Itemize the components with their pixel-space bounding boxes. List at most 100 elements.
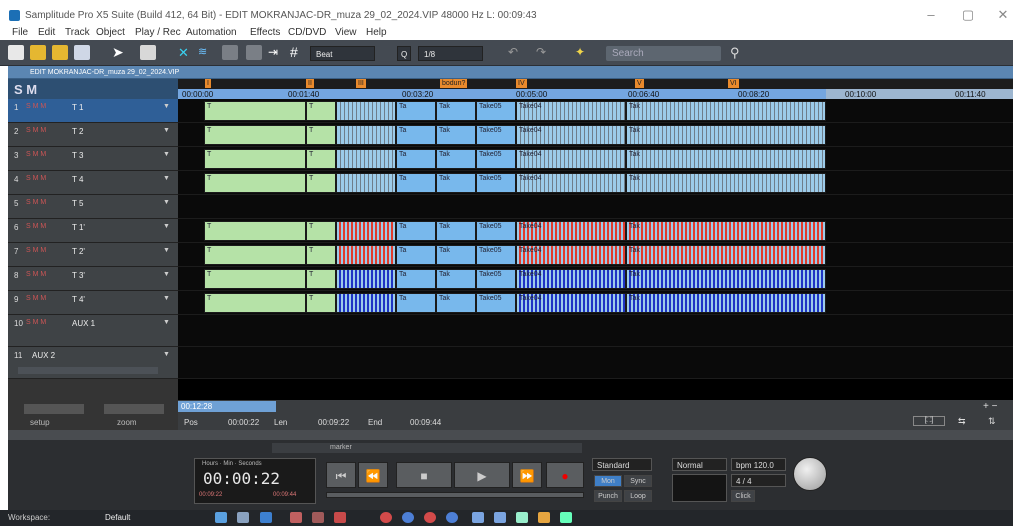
click-button[interactable]: Click bbox=[731, 490, 755, 502]
track-menu-icon[interactable]: ▼ bbox=[163, 351, 170, 358]
marker-vi[interactable]: VI bbox=[728, 79, 739, 88]
track-header[interactable]: 10 S M M AUX 1 ▼ bbox=[8, 315, 178, 347]
marker-iii[interactable]: III bbox=[356, 79, 366, 88]
audio-clip[interactable]: Tak bbox=[626, 101, 826, 121]
menu-object[interactable]: Object bbox=[96, 26, 125, 40]
track-menu-icon[interactable]: ▼ bbox=[163, 175, 170, 182]
zoom-label[interactable]: zoom bbox=[117, 418, 137, 427]
menu-edit[interactable]: Edit bbox=[38, 26, 55, 40]
spectrum-icon[interactable] bbox=[538, 512, 550, 523]
track-header[interactable]: 9 S M M T 4' ▼ bbox=[8, 291, 178, 315]
record-button[interactable]: ● bbox=[546, 462, 584, 488]
plugins-icon[interactable] bbox=[334, 512, 346, 523]
play-button[interactable]: ▶ bbox=[454, 462, 510, 488]
input-icon[interactable] bbox=[402, 512, 414, 523]
track-header[interactable]: 3 S M M T 3 ▼ bbox=[8, 147, 178, 171]
aux-controls[interactable] bbox=[18, 367, 158, 374]
project-tab[interactable]: EDIT MOKRANJAC-DR_muza 29_02_2024.VIP bbox=[30, 66, 179, 79]
audio-clip[interactable]: Take04 bbox=[516, 149, 626, 169]
snap-mode-select[interactable]: Beat bbox=[310, 46, 375, 61]
track-lane[interactable]: T T Ta Tak Take05 Take04 Tak bbox=[178, 171, 1013, 195]
minimize-button[interactable]: – bbox=[920, 5, 942, 25]
bpm-select[interactable]: bpm 120.0 bbox=[731, 458, 786, 471]
audio-clip[interactable] bbox=[336, 149, 396, 169]
track-header[interactable]: 2 S M M T 2 ▼ bbox=[8, 123, 178, 147]
audio-clip[interactable]: T bbox=[204, 125, 306, 145]
zoom-horizontal-icon[interactable]: ⇆ bbox=[958, 416, 966, 427]
crossfade-editor-icon[interactable] bbox=[472, 512, 484, 523]
grid-icon[interactable]: # bbox=[290, 45, 306, 60]
audio-clip[interactable]: Tak bbox=[436, 245, 476, 265]
track-solo-mute-buttons[interactable]: S M M bbox=[26, 223, 46, 230]
zoom-vertical-icon[interactable]: ⇅ bbox=[988, 416, 996, 427]
audio-clip[interactable]: T bbox=[306, 173, 336, 193]
track-lane[interactable]: T T Ta Tak Take05 Take04 Tak bbox=[178, 147, 1013, 171]
menu-track[interactable]: Track bbox=[65, 26, 90, 40]
menu-automation[interactable]: Automation bbox=[186, 26, 237, 40]
punch-button[interactable]: Punch bbox=[594, 490, 622, 502]
aux-lane[interactable] bbox=[178, 315, 1013, 347]
audio-clip[interactable]: T bbox=[306, 221, 336, 241]
audio-clip[interactable]: Take05 bbox=[476, 221, 516, 241]
track-menu-icon[interactable]: ▼ bbox=[163, 319, 170, 326]
open-folder-icon[interactable] bbox=[30, 45, 46, 60]
audio-clip[interactable]: T bbox=[306, 101, 336, 121]
track-solo-mute-buttons[interactable]: S M M bbox=[26, 295, 46, 302]
record-monitor-icon[interactable] bbox=[380, 512, 392, 523]
audio-clip[interactable]: T bbox=[204, 245, 306, 265]
track-header[interactable]: 1 S M M T 1 ▼ bbox=[8, 99, 178, 123]
playback-mode-select[interactable]: Normal bbox=[672, 458, 727, 471]
audio-clip[interactable]: Take05 bbox=[476, 245, 516, 265]
mixer-icon[interactable] bbox=[215, 512, 227, 523]
track-solo-mute-buttons[interactable]: S M M bbox=[26, 103, 46, 110]
monitor-button[interactable]: Mon bbox=[594, 475, 622, 487]
audio-clip[interactable]: Ta bbox=[396, 245, 436, 265]
audio-clip[interactable]: Take04 bbox=[516, 125, 626, 145]
audio-clip[interactable] bbox=[336, 269, 396, 289]
track-menu-icon[interactable]: ▼ bbox=[163, 199, 170, 206]
audio-clip[interactable]: Ta bbox=[396, 269, 436, 289]
audio-clip[interactable]: Tak bbox=[626, 245, 826, 265]
audio-clip[interactable]: T bbox=[204, 269, 306, 289]
master-volume-knob[interactable] bbox=[793, 457, 827, 491]
maximize-button[interactable]: ▢ bbox=[957, 5, 979, 25]
audio-clip[interactable] bbox=[336, 221, 396, 241]
workspace-select[interactable]: Default bbox=[105, 513, 130, 522]
track-solo-mute-buttons[interactable]: S M M bbox=[26, 319, 46, 326]
track-name[interactable]: AUX 1 bbox=[72, 319, 95, 328]
audio-clip[interactable]: Ta bbox=[396, 125, 436, 145]
fx-chain-icon[interactable] bbox=[290, 512, 302, 523]
sync-button[interactable]: Sync bbox=[624, 475, 652, 487]
track-name[interactable]: AUX 2 bbox=[32, 351, 55, 360]
open-project-icon[interactable] bbox=[52, 45, 68, 60]
audio-clip[interactable]: Take04 bbox=[516, 269, 626, 289]
audio-clip[interactable]: T bbox=[306, 125, 336, 145]
bus-icon[interactable] bbox=[446, 512, 458, 523]
marker-i[interactable]: I bbox=[205, 79, 211, 88]
align-left-icon[interactable] bbox=[222, 45, 238, 60]
audio-clip[interactable]: Take04 bbox=[516, 101, 626, 121]
fx-icon[interactable]: ✦ bbox=[575, 45, 591, 60]
aux-lane[interactable] bbox=[178, 347, 1013, 379]
scroll-position-time[interactable]: 00:12:28 bbox=[178, 401, 276, 412]
audio-clip[interactable]: Ta bbox=[396, 149, 436, 169]
track-menu-icon[interactable]: ▼ bbox=[163, 103, 170, 110]
menu-view[interactable]: View bbox=[335, 26, 357, 40]
track-lane[interactable]: T T Ta Tak Take05 Take04 Tak bbox=[178, 99, 1013, 123]
zoom-presets[interactable] bbox=[104, 404, 164, 414]
menu-file[interactable]: File bbox=[12, 26, 28, 40]
cursor-tool-icon[interactable]: ➤ bbox=[112, 45, 128, 60]
audio-clip[interactable]: T bbox=[306, 245, 336, 265]
audio-clip[interactable]: T bbox=[204, 173, 306, 193]
split-tool-icon[interactable]: ≋ bbox=[198, 45, 214, 60]
menu-cd-dvd[interactable]: CD/DVD bbox=[288, 26, 326, 40]
audio-clip[interactable]: Take04 bbox=[516, 221, 626, 241]
audio-clip[interactable]: T bbox=[306, 293, 336, 313]
audio-clip[interactable]: Take04 bbox=[516, 173, 626, 193]
audio-clip[interactable]: Take05 bbox=[476, 269, 516, 289]
audio-clip[interactable]: Ta bbox=[396, 293, 436, 313]
track-name[interactable]: T 5 bbox=[72, 199, 83, 208]
audio-clip[interactable]: Tak bbox=[626, 173, 826, 193]
marker-iv[interactable]: IV bbox=[516, 79, 527, 88]
pos-value[interactable]: 00:00:22 bbox=[228, 418, 259, 427]
